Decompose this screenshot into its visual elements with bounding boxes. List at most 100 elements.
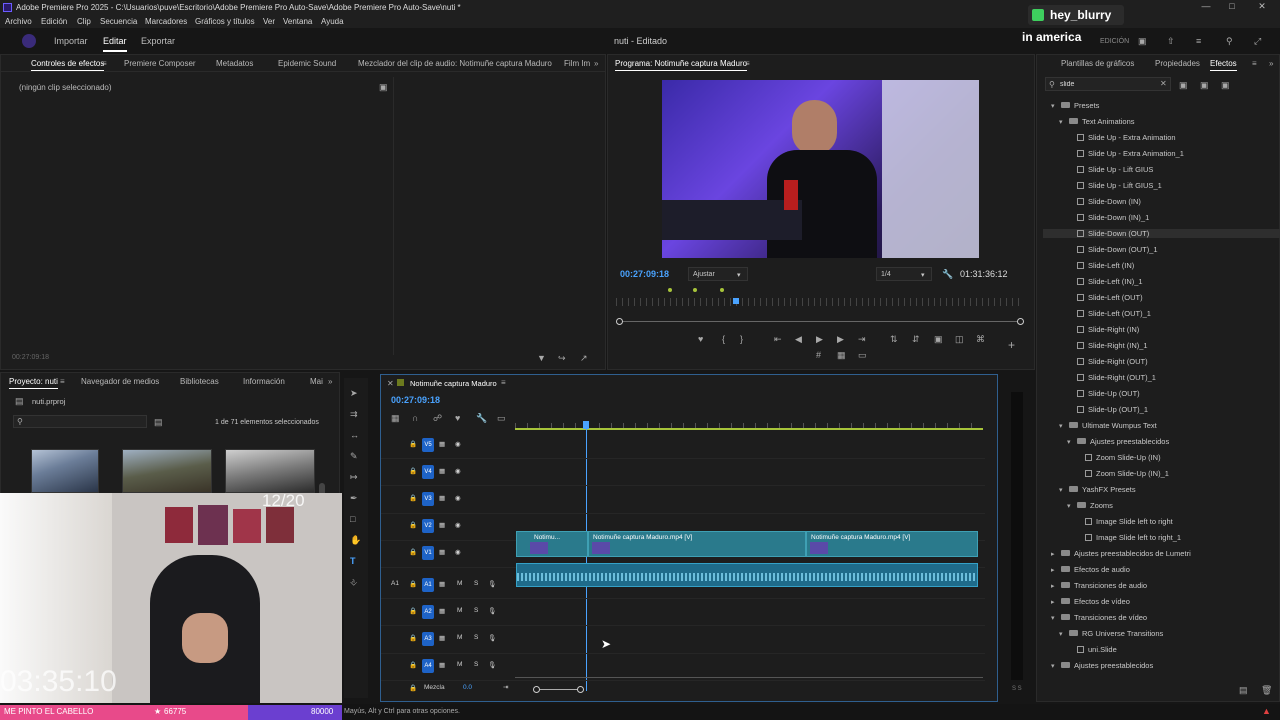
chevron-down-icon[interactable]: ▾ (1059, 118, 1069, 126)
program-playhead[interactable] (733, 298, 739, 304)
lock-icon[interactable]: 🔒 (409, 440, 417, 448)
comparison-icon[interactable]: ◫ (955, 334, 964, 344)
effects-folder[interactable]: ▾ RG Universe Transitions (1059, 629, 1163, 638)
effects-preset-item[interactable]: Slide Up - Extra Animation (1067, 133, 1176, 142)
effects-folder[interactable]: ▾ Text Animations (1059, 117, 1135, 126)
track-target-badge[interactable]: A1 (422, 577, 434, 592)
chevron-down-icon[interactable]: ▾ (1051, 662, 1061, 670)
effects-preset-item[interactable]: Slide-Left (IN) (1067, 261, 1134, 270)
marker[interactable] (720, 288, 724, 292)
effects-folder[interactable]: ▸ Ajustes preestablecidos de Lumetri (1051, 549, 1191, 558)
lock-icon[interactable]: 🔒 (409, 684, 417, 692)
sync-lock-icon[interactable]: ▦ (439, 467, 445, 475)
track-target-badge[interactable]: V1 (422, 546, 434, 561)
effects-preset-item[interactable]: Slide-Right (IN) (1067, 325, 1139, 334)
effects-preset-item[interactable]: Slide-Right (OUT) (1067, 357, 1148, 366)
effects-folder[interactable]: ▸ Efectos de vídeo (1051, 597, 1130, 606)
effects-folder[interactable]: ▾ Ultimate Wumpus Text (1059, 421, 1157, 430)
proxy-icon[interactable]: ▦ (837, 350, 846, 360)
pen-tool-icon[interactable]: ✒ (350, 493, 358, 503)
sync-lock-icon[interactable]: ▦ (439, 494, 445, 502)
source-patch-label[interactable]: A1 (391, 580, 399, 587)
sequence-menu-icon[interactable]: ≡ (501, 378, 506, 387)
effects-preset-item[interactable]: Slide-Right (IN)_1 (1067, 341, 1148, 350)
menu-edicion[interactable]: Edición (41, 17, 67, 26)
play-icon[interactable]: ▶ (816, 334, 823, 344)
lock-icon[interactable]: 🔒 (409, 467, 417, 475)
safe-margins-icon[interactable]: # (816, 350, 821, 360)
sync-lock-icon[interactable]: ▦ (439, 440, 445, 448)
go-to-in-icon[interactable]: ⇤ (774, 334, 782, 344)
lock-icon[interactable]: 🔒 (409, 661, 417, 669)
program-menu-icon[interactable]: ≡ (745, 59, 750, 68)
effects-preset-item[interactable]: Slide-Down (OUT)_1 (1067, 245, 1158, 254)
effects-preset-item[interactable]: Slide-Up (OUT)_1 (1067, 405, 1148, 414)
tab-mai[interactable]: Mai (310, 377, 323, 386)
video-clip[interactable]: Notimu... (516, 531, 588, 557)
chevron-down-icon[interactable]: ▾ (1067, 438, 1077, 446)
effects-preset-item[interactable]: Slide-Down (IN)_1 (1067, 213, 1149, 222)
slip-tool-icon[interactable]: ↦ (350, 472, 358, 482)
lock-icon[interactable]: 🔒 (409, 548, 417, 556)
tab-graphics-templates[interactable]: Plantillas de gráficos (1061, 59, 1134, 68)
lock-icon[interactable]: 🔒 (409, 494, 417, 502)
menu-archivo[interactable]: Archivo (5, 17, 32, 26)
more-tabs-icon[interactable]: » (594, 59, 598, 68)
close-window-button[interactable]: ✕ (1252, 1, 1272, 13)
timeline-zoom-handle-left[interactable] (533, 686, 540, 693)
effects-folder[interactable]: ▾ YashFX Presets (1059, 485, 1136, 494)
chevron-down-icon[interactable]: ▾ (1059, 422, 1069, 430)
solo-button[interactable]: S (474, 634, 478, 641)
chevron-down-icon[interactable]: ▾ (1059, 630, 1069, 638)
type-tool-icon[interactable]: T (350, 556, 356, 566)
tab-propiedades[interactable]: Propiedades (1155, 59, 1200, 68)
zoom-handle-right[interactable] (1017, 318, 1024, 325)
add-marker-icon[interactable]: ♥ (698, 334, 703, 344)
selection-tool-icon[interactable]: ➤ (350, 388, 358, 398)
effects-preset-item[interactable]: Slide-Right (OUT)_1 (1067, 373, 1156, 382)
tab-premiere-composer[interactable]: Premiere Composer (124, 59, 196, 68)
mute-button[interactable]: M (457, 607, 462, 614)
effects-search-input[interactable] (1060, 79, 1156, 89)
track-target-badge[interactable]: V4 (422, 464, 434, 479)
microphone-icon[interactable]: 🎙 (488, 580, 496, 588)
fit-dropdown[interactable]: Ajustar ▾ (688, 267, 748, 281)
sync-lock-icon[interactable]: ▦ (439, 548, 445, 556)
program-monitor-title[interactable]: Programa: Notimuñe captura Maduro (615, 59, 748, 71)
sync-lock-icon[interactable]: ▦ (439, 580, 445, 588)
chevron-down-icon[interactable]: ▾ (1059, 486, 1069, 494)
effects-preset-item[interactable]: Slide Up - Lift GIUS_1 (1067, 181, 1162, 190)
ripple-edit-icon[interactable]: ↔ (350, 430, 359, 440)
menu-marcadores[interactable]: Marcadores (145, 17, 187, 26)
chevron-down-icon[interactable]: ▾ (1051, 102, 1061, 110)
menu-clip[interactable]: Clip (77, 17, 91, 26)
maximize-button[interactable]: □ (1222, 1, 1242, 13)
more-tabs-icon[interactable]: » (328, 377, 332, 386)
home-icon[interactable] (22, 34, 36, 48)
sync-lock-icon[interactable]: ▦ (439, 634, 445, 642)
captions-icon[interactable]: ▭ (497, 413, 506, 423)
effects-folder[interactable]: ▾ Ajustes preestablecidos (1067, 437, 1169, 446)
razor-tool-icon[interactable]: ✎ (350, 451, 358, 461)
effects-folder[interactable]: ▸ Transiciones de audio (1051, 581, 1147, 590)
mute-button[interactable]: M (457, 580, 462, 587)
eye-icon[interactable]: ◉ (455, 548, 461, 556)
mute-button[interactable]: M (457, 661, 462, 668)
accelerated-effects-icon[interactable]: ▣ (1179, 80, 1188, 90)
mark-out-icon[interactable]: } (740, 334, 743, 344)
effects-preset-item[interactable]: uni.Slide (1067, 645, 1117, 654)
sync-lock-icon[interactable]: ▦ (439, 661, 445, 669)
tab-navegador-medios[interactable]: Navegador de medios (81, 377, 159, 386)
tab-importar[interactable]: Importar (54, 36, 88, 46)
tab-metadatos[interactable]: Metadatos (216, 59, 253, 68)
rectangle-tool-icon[interactable]: □ (350, 514, 355, 524)
chevron-right-icon[interactable]: ▸ (1051, 598, 1061, 606)
hand-tool-icon[interactable]: ✋ (350, 535, 361, 545)
timeline-playhead-handle[interactable] (583, 421, 589, 429)
extract-icon[interactable]: ⇵ (912, 334, 920, 344)
mark-in-icon[interactable]: { (722, 334, 725, 344)
chevron-right-icon[interactable]: ▸ (1051, 566, 1061, 574)
track-target-badge[interactable]: A3 (422, 631, 434, 646)
sequence-tab[interactable]: Notimuñe captura Maduro (410, 379, 497, 388)
track-target-badge[interactable]: V3 (422, 491, 434, 506)
